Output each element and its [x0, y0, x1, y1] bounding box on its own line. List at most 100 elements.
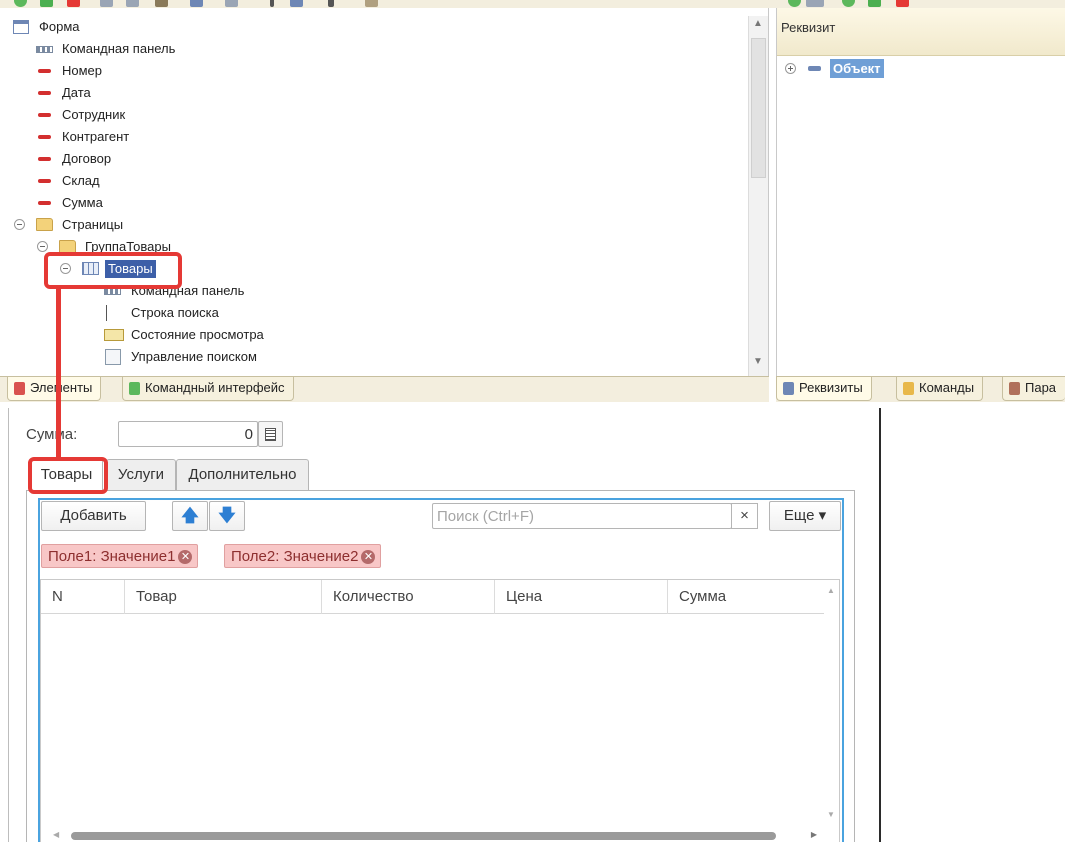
column-header-product[interactable]: Товар — [125, 580, 322, 614]
search-input[interactable]: Поиск (Ctrl+F) — [432, 503, 732, 529]
parameters-icon — [1009, 382, 1020, 395]
tab-label: Командный интерфейс — [145, 380, 285, 395]
elements-tree-panel: Форма Командная панель Номер Дата Сотруд… — [0, 8, 769, 376]
tab-parameters[interactable]: Пара — [1002, 377, 1065, 401]
right-edit-icon[interactable] — [868, 0, 881, 7]
move-up-button[interactable]: 🡅 — [172, 501, 208, 531]
scroll-down-icon[interactable]: ▼ — [827, 810, 835, 819]
add-icon[interactable] — [14, 0, 27, 7]
monitor-icon[interactable] — [190, 0, 203, 7]
collapse-icon[interactable] — [14, 219, 25, 230]
column-header-n[interactable]: N — [41, 580, 125, 614]
tree-item-label: Строка поиска — [131, 305, 219, 320]
edit-icon[interactable] — [40, 0, 53, 7]
object-item[interactable]: Объект — [830, 59, 884, 78]
more-button[interactable]: Еще ▾ — [769, 501, 841, 531]
scroll-up-icon[interactable]: ▲ — [827, 586, 835, 595]
field-icon — [38, 91, 51, 95]
tree-item-label: Сумма — [62, 195, 103, 210]
left-panel-tabs: Элементы Командный интерфейс — [0, 376, 769, 402]
highlight-box-tab — [28, 457, 108, 494]
tree-item-label: Сотрудник — [62, 107, 126, 122]
tab-label: Реквизиты — [799, 380, 863, 395]
goods-table[interactable]: N Товар Количество Цена Сумма ▲ ▼ ◀ ▶ — [40, 579, 840, 842]
resize-icon[interactable] — [328, 0, 334, 7]
clear-search-button[interactable]: × — [731, 503, 758, 529]
filter-chip[interactable]: Поле1: Значение1 ✕ — [41, 544, 199, 568]
field-icon — [38, 69, 51, 73]
column-header-sum[interactable]: Сумма — [668, 580, 824, 614]
scroll-down-icon[interactable]: ▼ — [753, 356, 763, 367]
empty-area — [881, 408, 1065, 842]
tab-label: Элементы — [30, 380, 93, 395]
table-horizontal-scrollbar[interactable]: ◀ ▶ — [51, 828, 821, 842]
summa-label: Сумма: — [26, 426, 78, 443]
monitor-settings-icon[interactable] — [290, 0, 303, 7]
tab-command-interface[interactable]: Командный интерфейс — [122, 377, 294, 401]
form-command-icon[interactable] — [155, 0, 168, 7]
filter-chip[interactable]: Поле2: Значение2 ✕ — [224, 544, 382, 568]
filter-chip-label: Поле2: Значение2 — [231, 548, 359, 565]
delete-icon[interactable] — [67, 0, 80, 7]
move-up-icon[interactable] — [100, 0, 113, 7]
command-interface-icon — [129, 382, 140, 395]
window-icon[interactable] — [225, 0, 238, 7]
object-icon — [808, 66, 821, 71]
remove-filter-icon[interactable]: ✕ — [361, 550, 376, 564]
tree-item-label: Дата — [62, 85, 91, 100]
expand-icon[interactable] — [785, 63, 796, 74]
column-header-price[interactable]: Цена — [495, 580, 668, 614]
calculator-button[interactable] — [258, 421, 283, 447]
tree-item-pages[interactable]: Страницы — [14, 214, 214, 236]
designer-toolbar — [0, 0, 1065, 8]
move-down-button[interactable]: 🡇 — [209, 501, 245, 531]
summa-value: 0 — [244, 426, 253, 443]
command-bar-icon — [36, 46, 53, 53]
pencil-icon[interactable] — [365, 0, 378, 7]
tab-attributes[interactable]: Реквизиты — [776, 377, 872, 401]
tab-label: Команды — [919, 380, 975, 395]
add-button[interactable]: Добавить — [41, 501, 146, 531]
attributes-header-label: Реквизит — [781, 20, 836, 35]
tree-item-label: Контрагент — [62, 129, 130, 144]
tree-item-label: Страницы — [62, 217, 124, 232]
highlight-connector — [56, 285, 61, 461]
attributes-header: Реквизит — [777, 8, 1065, 56]
scroll-right-icon[interactable]: ▶ — [811, 830, 817, 839]
remove-filter-icon[interactable]: ✕ — [178, 550, 193, 564]
search-string-icon — [106, 305, 118, 321]
tree-item-label: Командная панель — [62, 41, 176, 56]
highlight-box-tree — [44, 252, 182, 289]
summa-input[interactable]: 0 — [118, 421, 258, 447]
search-control-icon — [105, 349, 121, 365]
column-header-quantity[interactable]: Количество — [322, 580, 495, 614]
table-header: N Товар Количество Цена Сумма — [41, 580, 824, 614]
tab-additional[interactable]: Дополнительно — [176, 459, 309, 490]
tree-item-label: Номер — [62, 63, 103, 78]
scroll-thumb[interactable] — [71, 832, 776, 840]
tree-item-label: Договор — [62, 151, 112, 166]
tab-elements[interactable]: Элементы — [7, 377, 102, 401]
filter-chip-label: Поле1: Значение1 — [48, 548, 176, 565]
right-add-icon[interactable] — [788, 0, 801, 7]
form-icon — [13, 20, 29, 34]
right-delete-icon[interactable] — [896, 0, 909, 7]
collapse-icon[interactable] — [37, 241, 48, 252]
sort-icon[interactable] — [270, 0, 274, 7]
scroll-up-icon[interactable]: ▲ — [753, 18, 763, 29]
scroll-thumb[interactable] — [751, 38, 766, 178]
tab-services[interactable]: Услуги — [106, 459, 176, 490]
tree-item-label: Состояние просмотра — [131, 327, 264, 342]
right-move-icon[interactable] — [806, 0, 824, 7]
move-down-icon[interactable] — [126, 0, 139, 7]
table-vertical-scrollbar[interactable]: ▲ ▼ — [823, 580, 839, 842]
scroll-left-icon[interactable]: ◀ — [53, 830, 59, 839]
right-add-2-icon[interactable] — [842, 0, 855, 7]
field-icon — [38, 179, 51, 183]
command-bar-icon — [104, 288, 121, 295]
right-panel-tabs: Реквизиты Команды Пара — [776, 376, 1065, 402]
search-placeholder: Поиск (Ctrl+F) — [437, 508, 534, 525]
field-icon — [38, 135, 51, 139]
tab-commands[interactable]: Команды — [896, 377, 984, 401]
tree-scrollbar[interactable]: ▲ ▼ — [748, 16, 768, 376]
